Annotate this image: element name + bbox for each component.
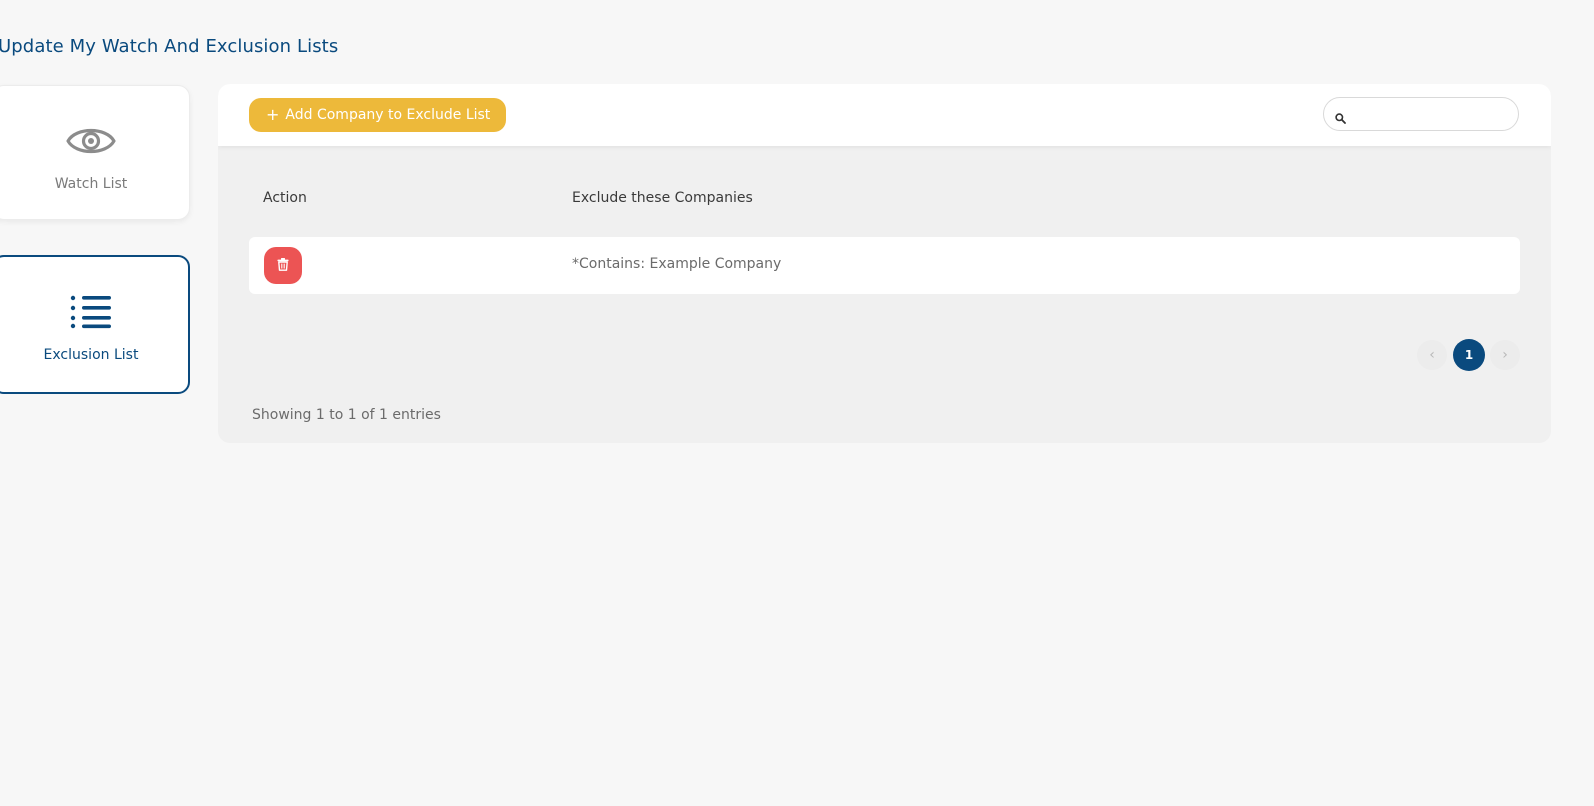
page: Update My Watch And Exclusion Lists Watc…	[0, 0, 1594, 806]
search-input[interactable]	[1352, 102, 1516, 128]
nav-card-watch-list[interactable]: Watch List	[0, 85, 190, 220]
row-company-name: *Contains: Example Company	[572, 256, 782, 272]
trash-icon	[277, 257, 289, 274]
nav-label-watch-list: Watch List	[54, 176, 128, 192]
chevron-right-icon: ›	[1502, 347, 1508, 363]
exclusion-list-panel: + Add Company to Exclude List Action Exc…	[218, 84, 1551, 443]
chevron-left-icon: ‹	[1429, 347, 1435, 363]
column-header-exclude-companies: Exclude these Companies	[572, 190, 753, 206]
pagination-page-button[interactable]: 1	[1453, 339, 1485, 371]
plus-icon: +	[266, 105, 280, 124]
delete-row-button[interactable]	[264, 247, 302, 284]
pagination-prev-button[interactable]: ‹	[1417, 340, 1447, 370]
pagination-next-button[interactable]: ›	[1490, 340, 1520, 370]
nav-label-exclusion-list: Exclusion List	[43, 347, 139, 363]
nav-card-exclusion-list[interactable]: Exclusion List	[0, 255, 190, 394]
search-box[interactable]	[1323, 97, 1519, 131]
search-icon	[1335, 109, 1346, 128]
panel-toolbar: + Add Company to Exclude List	[218, 84, 1551, 146]
page-title: Update My Watch And Exclusion Lists	[0, 36, 339, 57]
table-row: *Contains: Example Company	[249, 237, 1520, 294]
eye-icon	[66, 122, 116, 164]
list-icon	[70, 295, 112, 333]
add-company-to-exclude-list-button[interactable]: + Add Company to Exclude List	[249, 98, 507, 132]
entries-info: Showing 1 to 1 of 1 entries	[252, 407, 441, 423]
column-header-action: Action	[263, 190, 307, 206]
add-button-label: Add Company to Exclude List	[285, 107, 491, 123]
